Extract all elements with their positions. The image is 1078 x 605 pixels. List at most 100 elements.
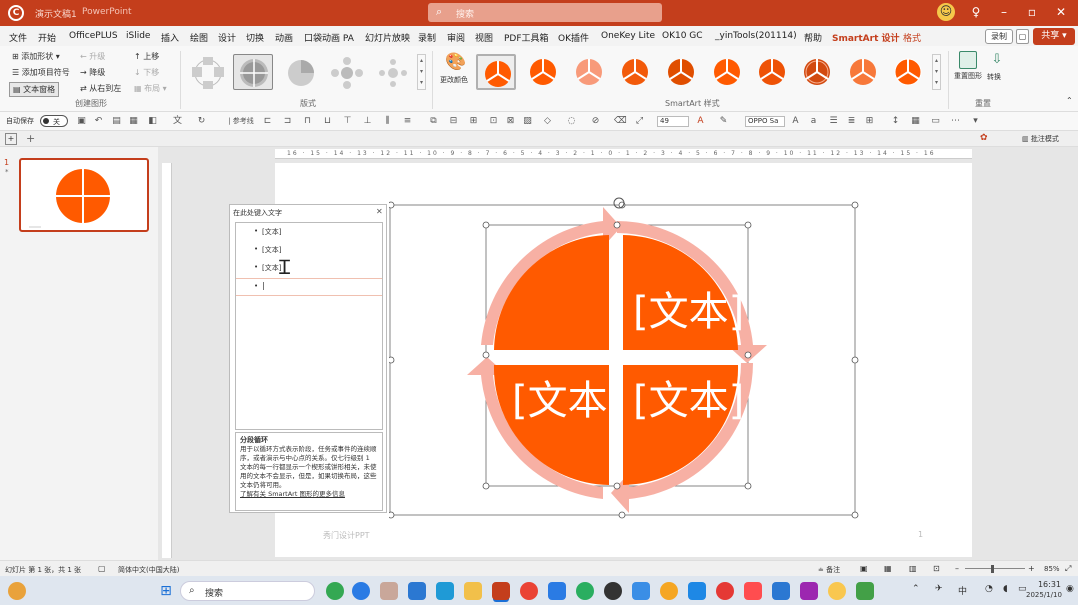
zoom-level[interactable]: 85%: [1044, 565, 1060, 573]
grow-font-icon[interactable]: A: [790, 116, 801, 127]
layout-thumb-segmented-cycle[interactable]: [233, 54, 273, 90]
tab-pdf-tools[interactable]: PDF工具箱: [504, 31, 549, 44]
layout-thumb-cycle-process[interactable]: [187, 54, 227, 90]
zoom-slider[interactable]: [965, 568, 1025, 569]
text-direction-icon[interactable]: 文: [172, 116, 183, 127]
zoom-in-icon[interactable]: +: [1028, 564, 1035, 573]
tab-review[interactable]: 审阅: [447, 31, 465, 44]
search-box[interactable]: ⌕ 搜索: [428, 3, 662, 22]
image-icon[interactable]: ▨: [522, 116, 533, 127]
notification-icon[interactable]: ◉: [1066, 584, 1074, 594]
group-icon[interactable]: ⧉: [428, 116, 439, 127]
more-icon[interactable]: ⋯: [950, 116, 961, 127]
move-down-button[interactable]: ↓ 下移: [134, 67, 159, 78]
normal-view-icon[interactable]: ▣: [860, 564, 868, 573]
tab-yintools[interactable]: _yinTools(201114): [715, 31, 797, 41]
list-item[interactable]: • [文本]: [236, 224, 382, 242]
slide-thumbnail[interactable]: [19, 158, 149, 232]
align-middle-icon[interactable]: ⊤: [342, 116, 353, 127]
expand-icon[interactable]: ⤢: [634, 116, 645, 127]
zoom-slider-thumb[interactable]: [991, 565, 994, 573]
record-button[interactable]: 录制: [985, 29, 1013, 44]
accessibility-icon[interactable]: ▢: [98, 564, 106, 573]
yellow-app-icon[interactable]: [828, 582, 846, 600]
taskbar-search[interactable]: ⌕ 搜索: [180, 581, 315, 601]
tab-ok-plugin[interactable]: OK插件: [558, 31, 589, 44]
tiktok-icon[interactable]: [604, 582, 622, 600]
outline-icon[interactable]: ◌: [566, 116, 577, 127]
tab-format[interactable]: 格式: [903, 31, 921, 44]
style-thumb-1[interactable]: [476, 54, 516, 90]
undo-icon[interactable]: ↶: [93, 116, 104, 127]
app-icon-blue[interactable]: [436, 582, 454, 600]
settings-icon[interactable]: ✿: [980, 133, 988, 143]
tab-ok10-gc[interactable]: OK10 GC: [662, 31, 703, 41]
cloud-icon[interactable]: [632, 582, 650, 600]
distribute-h-icon[interactable]: ⫼: [382, 116, 393, 127]
smartart-graphic[interactable]: [389, 195, 859, 520]
collapse-ribbon-icon[interactable]: ⌃: [1066, 96, 1073, 105]
language-status[interactable]: 简体中文(中国大陆): [118, 565, 179, 575]
powerpoint-icon[interactable]: [492, 582, 510, 600]
clock-time[interactable]: 16:31: [1035, 580, 1061, 589]
style-thumb-7[interactable]: [752, 54, 792, 90]
text-box-icon[interactable]: ▭: [930, 116, 941, 127]
restore-icon[interactable]: ▫: [1024, 4, 1040, 20]
styles-scroll[interactable]: ▴ ▾ ▾: [932, 54, 941, 90]
avatar-app-icon[interactable]: [380, 582, 398, 600]
list-item[interactable]: • [文本]: [236, 260, 382, 278]
font-size-field[interactable]: 49: [657, 116, 689, 127]
clock-date[interactable]: 2025/1/10: [1026, 591, 1062, 599]
blue-app-icon[interactable]: [688, 582, 706, 600]
user-avatar[interactable]: ☺: [937, 3, 955, 21]
segment-label-bottom-left[interactable]: [文本]: [512, 377, 623, 425]
tab-smartart-design[interactable]: SmartArt 设计: [832, 31, 900, 48]
distribute-v-icon[interactable]: ≡: [402, 116, 413, 127]
reference-icon[interactable]: | 参考线: [226, 116, 256, 127]
tray-app-icon[interactable]: ✈: [935, 584, 943, 594]
shrink-font-icon[interactable]: a: [808, 116, 819, 127]
slideshow-view-icon[interactable]: ⊡: [933, 564, 940, 573]
edge-icon[interactable]: [352, 582, 370, 600]
tab-onekey-lite[interactable]: OneKey Lite: [601, 31, 655, 41]
style-thumb-3[interactable]: [569, 54, 609, 90]
chrome-icon[interactable]: [326, 582, 344, 600]
wechat-icon[interactable]: [576, 582, 594, 600]
green-app-icon[interactable]: [856, 582, 874, 600]
add-icon[interactable]: +: [26, 132, 35, 145]
convert-button[interactable]: ⇩ 转换: [985, 51, 1009, 96]
tab-animations[interactable]: 动画: [275, 31, 293, 44]
tab-home[interactable]: 开始: [38, 31, 56, 44]
move-up-button[interactable]: ↑ 上移: [134, 51, 159, 62]
search-app-icon[interactable]: [660, 582, 678, 600]
notes-mode-button[interactable]: ▥ 批注模式: [1022, 134, 1059, 144]
tab-help[interactable]: 帮助: [804, 31, 822, 44]
right-to-left-button[interactable]: ⇄ 从右到左: [80, 83, 121, 94]
save-icon[interactable]: ▣: [76, 116, 87, 127]
highlight-icon[interactable]: ✎: [718, 116, 729, 127]
list-item-active[interactable]: • |: [236, 278, 382, 296]
tray-expand-icon[interactable]: ⌃: [912, 584, 920, 594]
ungroup-icon[interactable]: ⊟: [448, 116, 459, 127]
segment-label-bottom-right[interactable]: [文本]: [633, 377, 744, 425]
music-icon[interactable]: [744, 582, 762, 600]
tab-draw[interactable]: 绘图: [190, 31, 208, 44]
repeat-icon[interactable]: ↻: [196, 116, 207, 127]
layout-button[interactable]: ▦ 布局 ▾: [134, 83, 167, 94]
tab-islide[interactable]: iSlide: [126, 31, 150, 41]
fit-slide-icon[interactable]: ⤢: [1065, 564, 1071, 574]
style-thumb-10[interactable]: [888, 54, 928, 90]
wifi-icon[interactable]: ◔: [985, 584, 993, 594]
tab-file[interactable]: 文件: [9, 31, 27, 44]
text-align-icon[interactable]: ▦: [910, 116, 921, 127]
close-icon[interactable]: ✕: [1053, 4, 1069, 20]
style-thumb-2[interactable]: [523, 54, 563, 90]
notes-button[interactable]: ≐ 备注: [818, 565, 840, 575]
tab-officeplus[interactable]: OfficePLUS: [69, 31, 118, 41]
style-thumb-9[interactable]: [843, 54, 883, 90]
red-app-icon[interactable]: [716, 582, 734, 600]
add-shape-button[interactable]: ⊞ 添加形状 ▾: [12, 51, 60, 62]
sorter-view-icon[interactable]: ▦: [884, 564, 892, 573]
link-icon[interactable]: ⊘: [590, 116, 601, 127]
learn-more-link[interactable]: 了解有关 SmartArt 图形的更多信息: [240, 490, 378, 499]
